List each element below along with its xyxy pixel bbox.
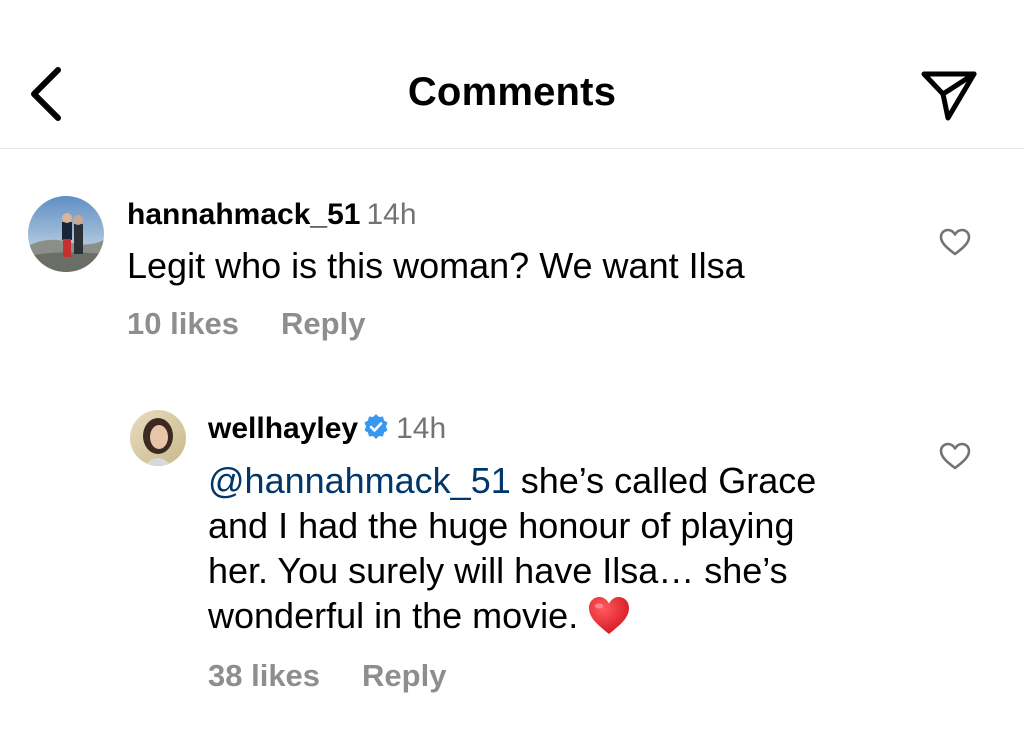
like-button[interactable] bbox=[938, 227, 972, 257]
username[interactable]: hannahmack_51 bbox=[127, 198, 360, 231]
comment-actions: 38 likes Reply bbox=[208, 658, 446, 694]
comment-text: Legit who is this woman? We want Ilsa bbox=[127, 245, 745, 286]
like-button[interactable] bbox=[938, 441, 972, 471]
timestamp: 14h bbox=[366, 198, 417, 231]
heart-outline-icon bbox=[939, 228, 971, 256]
comment-text: @hannahmack_51 she’s called Grace and I … bbox=[208, 460, 817, 636]
share-button[interactable] bbox=[918, 64, 980, 124]
like-count[interactable]: 10 likes bbox=[127, 306, 239, 341]
comments-header: Comments bbox=[0, 0, 1024, 149]
reply-button[interactable]: Reply bbox=[281, 306, 365, 341]
mention-link[interactable]: @hannahmack_51 bbox=[208, 460, 511, 501]
comment-item: hannahmack_51 14h Legit who is this woman… bbox=[0, 150, 1024, 360]
like-count[interactable]: 38 likes bbox=[208, 658, 320, 693]
timestamp: 14h bbox=[396, 412, 447, 445]
avatar[interactable] bbox=[130, 410, 186, 466]
red-heart-icon bbox=[589, 597, 630, 634]
comment-item: wellhayley 14h @hannahmack_51 she’s call… bbox=[0, 400, 1024, 720]
heart-outline-icon bbox=[939, 442, 971, 470]
comment-actions: 10 likes Reply bbox=[127, 306, 365, 342]
comment-header: wellhayley 14h bbox=[208, 412, 446, 446]
verified-badge-icon bbox=[364, 414, 388, 439]
paper-plane-icon bbox=[921, 71, 977, 121]
avatar[interactable] bbox=[28, 196, 104, 272]
reply-button[interactable]: Reply bbox=[362, 658, 446, 693]
comment-header: hannahmack_51 14h bbox=[127, 198, 417, 232]
page-title: Comments bbox=[407, 70, 617, 114]
username[interactable]: wellhayley bbox=[208, 412, 358, 445]
